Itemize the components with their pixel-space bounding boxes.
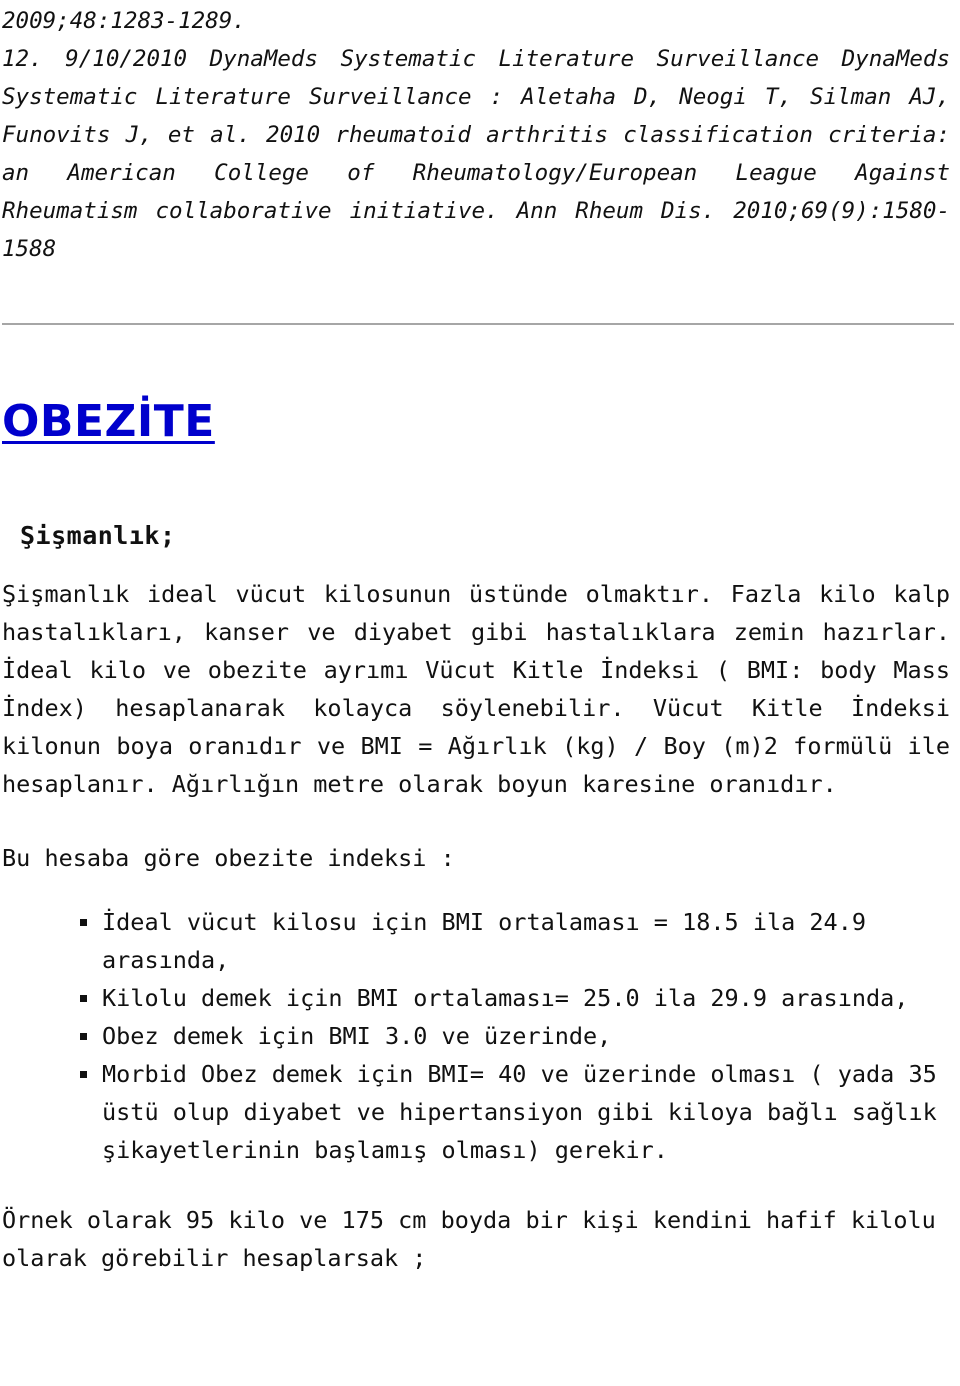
previous-citation-tail: 2009;48:1283-1289. <box>2 8 246 34</box>
list-item: İdeal vücut kilosu için BMI ortalaması =… <box>80 903 950 979</box>
paragraph-definition: Şişmanlık ideal vücut kilosunun üstünde … <box>2 580 950 799</box>
list-item: Obez demek için BMI 3.0 ve üzerinde, <box>80 1017 950 1055</box>
document-page: 2009;48:1283-1289. 12. 9/10/2010 DynaMed… <box>0 0 960 1386</box>
sub-heading-sismanlik: Şişmanlık; <box>20 521 176 551</box>
list-item: Kilolu demek için BMI ortalaması= 25.0 i… <box>80 979 950 1017</box>
page-title-link-obezite[interactable]: OBEZİTE <box>2 398 215 445</box>
paragraph-example: Örnek olarak 95 kilo ve 175 cm boyda bir… <box>2 1206 936 1273</box>
list-lead-in-text: Bu hesaba göre obezite indeksi : <box>2 844 455 873</box>
list-item: Morbid Obez demek için BMI= 40 ve üzerin… <box>80 1055 950 1169</box>
reference-block: 2009;48:1283-1289. 12. 9/10/2010 DynaMed… <box>2 0 954 268</box>
section-divider <box>2 323 954 325</box>
heading-container: OBEZİTE <box>2 398 954 445</box>
bmi-index-list: İdeal vücut kilosu için BMI ortalaması =… <box>2 903 954 1169</box>
citation-entry-12: 12. 9/10/2010 DynaMeds Systematic Litera… <box>2 46 950 262</box>
